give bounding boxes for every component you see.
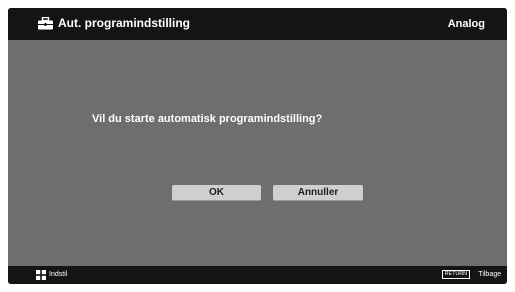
dialog-question: Vil du starte automatisk programindstill…: [92, 113, 323, 125]
return-key-icon: RETURN: [441, 270, 470, 279]
ok-button[interactable]: OK: [172, 185, 261, 201]
footer-bar: Indstil RETURN Tilbage: [8, 266, 507, 284]
header-bar: Aut. programindstilling Analog: [8, 8, 507, 40]
page-title: Aut. programindstilling: [58, 16, 190, 30]
toolbox-icon: [38, 17, 53, 30]
dialog-panel: Vil du starte automatisk programindstill…: [8, 40, 507, 266]
plus-cross-icon: [36, 270, 46, 280]
cancel-button[interactable]: Annuller: [273, 185, 363, 201]
footer-set-label: Indstil: [49, 271, 68, 278]
source-mode-label: Analog: [447, 18, 485, 30]
footer-back-label: Tilbage: [478, 271, 501, 278]
tv-screen: Aut. programindstilling Analog Vil du st…: [8, 8, 507, 284]
